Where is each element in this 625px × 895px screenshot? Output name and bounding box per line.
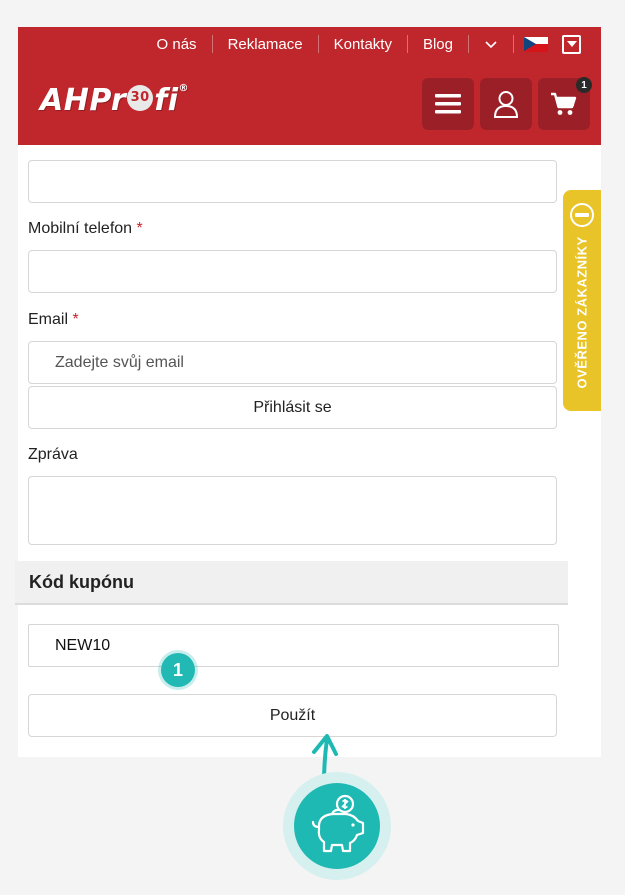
piggy-bank-icon [311,794,365,853]
message-label: Zpráva [28,446,78,463]
site-logo[interactable]: AHPr 30 fi® [40,83,190,118]
nav-divider [513,35,514,53]
nav-link-contacts[interactable]: Kontakty [319,36,407,53]
menu-button[interactable] [422,78,474,130]
message-textarea[interactable] [28,476,557,545]
verified-customers-tab[interactable]: OVĚŘENO ZÁKAZNÍKY [563,190,601,411]
top-navigation: O nás Reklamace Kontakty Blog [142,31,581,57]
email-label: Email * [28,311,79,329]
hamburger-menu-icon [435,94,461,114]
coupon-code-value: NEW10 [55,636,111,654]
mobile-label: Mobilní telefon * [28,220,143,238]
nav-link-about[interactable]: O nás [142,36,212,53]
mobile-phone-field[interactable] [28,250,557,293]
nav-link-blog[interactable]: Blog [408,36,468,53]
cart-count-badge: 1 [576,77,592,93]
czech-flag-icon[interactable] [524,36,548,52]
surname-field[interactable] [28,160,557,203]
mobile-label-text: Mobilní telefon [28,220,133,237]
required-mark: * [72,311,79,328]
site-header: O nás Reklamace Kontakty Blog AHPr 30 fi® [18,27,601,145]
email-placeholder: Zadejte svůj email [55,353,184,371]
seal-icon [570,203,594,227]
user-icon [493,91,519,118]
cart-icon [551,92,577,115]
required-mark: * [136,220,143,237]
apply-coupon-button[interactable]: Použít [28,694,557,737]
account-button[interactable] [480,78,532,130]
piggy-bank-badge [294,783,380,869]
email-label-text: Email [28,311,69,328]
logo-text-part: AHPr [40,83,127,118]
logo-registered-mark: ® [178,83,190,94]
logo-balloon: 30 [127,84,154,111]
email-field[interactable]: Zadejte svůj email [28,341,557,384]
login-button[interactable]: Přihlásit se [28,386,557,429]
dropdown-box-icon[interactable] [562,34,581,54]
logo-text-part: fi [154,83,179,118]
cart-button[interactable]: 1 [538,77,592,130]
step-number-badge: 1 [161,653,195,687]
nav-link-complaints[interactable]: Reklamace [213,36,318,53]
coupon-code-input[interactable]: NEW10 [28,624,559,667]
coupon-heading: Kód kupónu [15,561,568,605]
chevron-down-icon[interactable] [469,37,513,52]
verified-customers-label: OVĚŘENO ZÁKAZNÍKY [574,236,590,389]
